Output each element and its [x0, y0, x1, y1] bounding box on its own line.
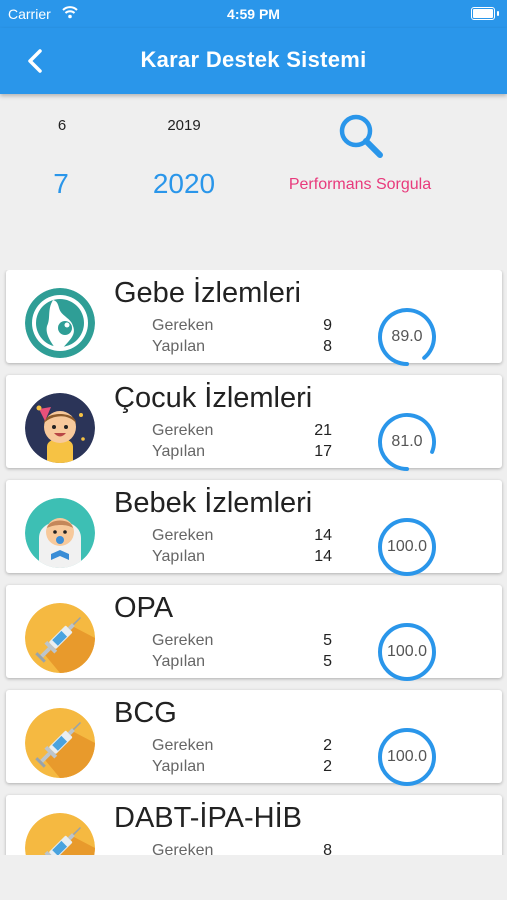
done-label: Yapılan	[152, 338, 206, 355]
performance-card[interactable]: Gebe İzlemleri Gereken 9 Yapılan 8 89.0	[6, 270, 502, 366]
status-bar: Carrier 4:59 PM	[0, 0, 507, 28]
required-count: 21	[314, 422, 332, 439]
battery-icon	[471, 7, 499, 20]
card-title: Gebe İzlemleri	[114, 277, 301, 309]
required-count: 9	[323, 317, 332, 334]
card-title: Bebek İzlemleri	[114, 487, 313, 519]
required-label: Gereken	[152, 527, 214, 544]
required-label: Gereken	[152, 737, 214, 754]
score-value: 100.0	[386, 643, 428, 660]
done-label: Yapılan	[152, 758, 206, 775]
done-count: 5	[323, 653, 332, 670]
performance-card[interactable]: DABT-İPA-HİBGereken8Yapılan	[6, 795, 502, 855]
performance-card[interactable]: OPA Gereken 5 Yapılan 5 100.0	[6, 585, 502, 681]
done-label: Yapılan	[152, 443, 206, 460]
score-value: 100.0	[386, 748, 428, 765]
vaccine-syringe-icon	[25, 813, 95, 855]
done-count: 8	[323, 338, 332, 355]
required-count: 5	[323, 632, 332, 649]
month-picker-selected[interactable]: 7	[36, 168, 86, 200]
required-count: 8	[323, 842, 332, 855]
page-title: Karar Destek Sistemi	[140, 47, 367, 72]
year-option-prev[interactable]: 2019	[148, 117, 220, 134]
search-icon	[339, 114, 383, 158]
pregnant-woman-icon	[25, 288, 95, 358]
month-option-prev[interactable]: 6	[40, 117, 84, 134]
vaccine-syringe-icon	[25, 603, 95, 673]
year-picker-selected[interactable]: 2020	[138, 168, 230, 200]
required-count: 2	[323, 737, 332, 754]
clock: 4:59 PM	[227, 6, 280, 22]
performance-card[interactable]: Bebek İzlemleri Gereken 14 Yapılan 14 100.0	[6, 480, 502, 576]
required-label: Gereken	[152, 842, 214, 855]
card-title: Çocuk İzlemleri	[114, 382, 313, 414]
done-count: 14	[314, 548, 332, 565]
performance-query-link[interactable]: Performans Sorgula	[270, 176, 450, 194]
done-label: Yapılan	[152, 653, 206, 670]
nav-bar: Karar Destek Sistemi	[0, 28, 507, 94]
performance-list: Gebe İzlemleri Gereken 9 Yapılan 8 89.0 Çocuk …	[0, 270, 507, 855]
score-value: 100.0	[386, 538, 428, 555]
vaccine-syringe-icon	[25, 708, 95, 778]
performance-card[interactable]: BCG Gereken 2 Yapılan 2 100.0	[6, 690, 502, 786]
card-title: BCG	[114, 697, 177, 729]
score-value: 81.0	[391, 433, 423, 450]
card-title: OPA	[114, 592, 174, 624]
required-label: Gereken	[152, 317, 214, 334]
performance-card[interactable]: Çocuk İzlemleri Gereken 21 Yapılan 17 81.0	[6, 375, 502, 471]
done-label: Yapılan	[152, 548, 206, 565]
score-value	[376, 831, 438, 855]
card-title: DABT-İPA-HİB	[114, 802, 302, 834]
score-value: 89.0	[391, 328, 423, 345]
done-count: 2	[323, 758, 332, 775]
baby-icon	[25, 498, 95, 568]
search-button[interactable]	[335, 112, 387, 160]
required-label: Gereken	[152, 422, 214, 439]
child-icon	[25, 393, 95, 463]
required-label: Gereken	[152, 632, 214, 649]
required-count: 14	[314, 527, 332, 544]
done-count: 17	[314, 443, 332, 460]
